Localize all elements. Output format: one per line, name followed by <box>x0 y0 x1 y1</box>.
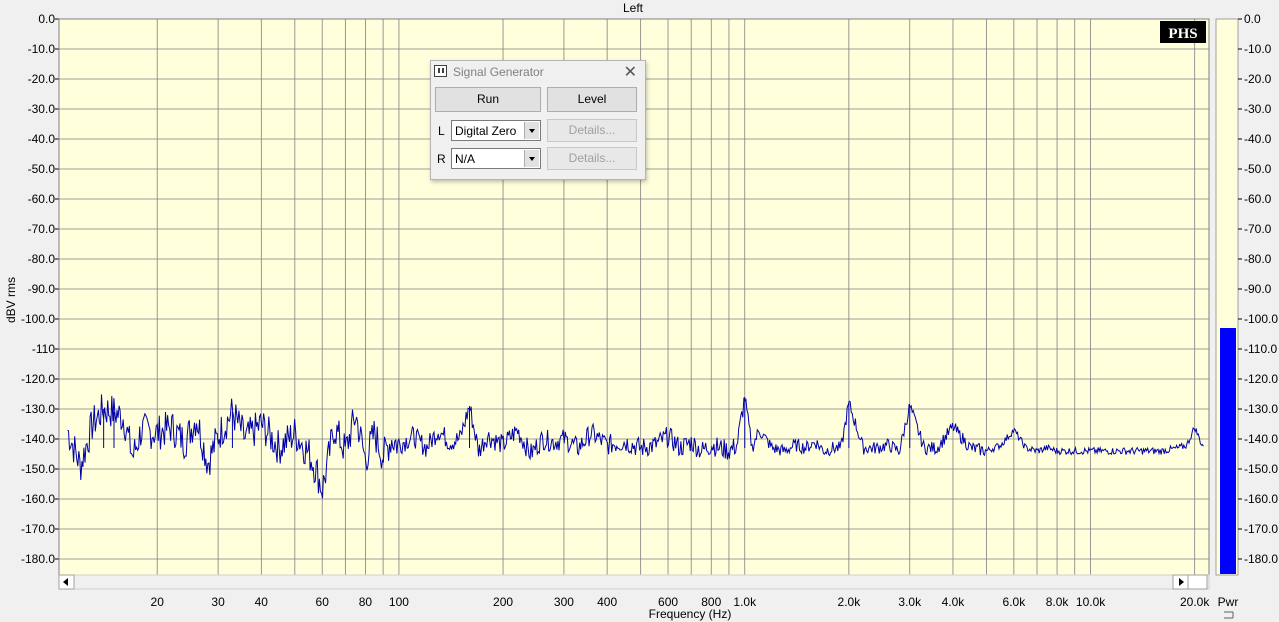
signal-generator-title: Signal Generator <box>453 65 544 79</box>
y-tick-label: -120.0 <box>21 372 55 386</box>
y-tick-label: -60.0 <box>28 192 56 206</box>
x-tick-label: 3.0k <box>898 595 922 609</box>
x-tick-label: 20 <box>151 595 165 609</box>
meter-tick-label: -140.0 <box>1244 432 1278 446</box>
x-tick-label: 60 <box>316 595 330 609</box>
x-tick-label: 80 <box>359 595 373 609</box>
x-tick-label: 2.0k <box>838 595 862 609</box>
meter-tick-label: -70.0 <box>1244 222 1272 236</box>
y-tick-label: -170.0 <box>21 522 55 536</box>
y-tick-labels: 0.0 -10.0 -20.0 -30.0 -40.0 -50.0 -60.0 -70.0 -8… <box>21 12 59 566</box>
y-tick-label: -140.0 <box>21 432 55 446</box>
right-signal-select[interactable]: N/A <box>451 148 541 169</box>
meter-tick-label: -170.0 <box>1244 522 1278 536</box>
resize-grip-icon[interactable] <box>1224 611 1234 619</box>
svg-text:PHS: PHS <box>1168 26 1197 42</box>
meter-tick-label: -120.0 <box>1244 372 1278 386</box>
x-tick-label: 400 <box>597 595 617 609</box>
y-tick-label: -20.0 <box>28 72 56 86</box>
x-tick-label: 1.0k <box>733 595 757 609</box>
x-axis-label: Frequency (Hz) <box>649 607 732 621</box>
run-button[interactable]: Run <box>435 87 541 112</box>
meter-tick-label: -130.0 <box>1244 402 1278 416</box>
right-signal-value: N/A <box>455 152 476 166</box>
y-tick-label: -70.0 <box>28 222 56 236</box>
y-tick-label: -160.0 <box>21 492 55 506</box>
y-tick-label: -50.0 <box>28 162 56 176</box>
x-tick-label: 40 <box>255 595 269 609</box>
meter-tick-label: -10.0 <box>1244 42 1272 56</box>
y-tick-label: -10.0 <box>28 42 56 56</box>
chevron-down-icon[interactable] <box>524 150 539 167</box>
horizontal-scrollbar[interactable] <box>58 574 1210 590</box>
y-tick-label: -40.0 <box>28 132 56 146</box>
y-axis-label: dBV rms <box>4 277 18 323</box>
y-tick-label: -100.0 <box>21 312 55 326</box>
y-tick-label: -30.0 <box>28 102 56 116</box>
left-signal-select[interactable]: Digital Zero <box>451 120 541 141</box>
meter-tick-label: -80.0 <box>1244 252 1272 266</box>
phs-logo: PHS <box>1160 21 1206 43</box>
meter-tick-label: -110.0 <box>1244 342 1277 356</box>
x-tick-label: 6.0k <box>1003 595 1027 609</box>
scroll-thumb[interactable] <box>1187 574 1208 590</box>
x-tick-label: 20.0k <box>1180 595 1210 609</box>
meter-tick-label: -20.0 <box>1244 72 1272 86</box>
x-tick-label: 10.0k <box>1076 595 1106 609</box>
power-meter-label: Pwr <box>1218 595 1239 609</box>
right-details-button[interactable]: Details... <box>547 147 637 170</box>
x-tick-label: 8.0k <box>1046 595 1070 609</box>
y-tick-label: -110 <box>32 342 55 356</box>
left-channel-label: L <box>438 124 445 138</box>
y-tick-label: -90.0 <box>28 282 56 296</box>
power-meter-ticks: 0.0 -10.0 -20.0 -30.0 -40.0 -50.0 -60.0 -70.0 -8… <box>1238 12 1278 566</box>
left-signal-value: Digital Zero <box>455 124 517 138</box>
y-tick-label: -130.0 <box>21 402 55 416</box>
x-tick-label: 100 <box>389 595 409 609</box>
meter-tick-label: -30.0 <box>1244 102 1272 116</box>
power-meter: 0.0 -10.0 -20.0 -30.0 -40.0 -50.0 -60.0 -70.0 -8… <box>1215 12 1278 619</box>
level-button[interactable]: Level <box>547 87 637 112</box>
left-details-button[interactable]: Details... <box>547 119 637 142</box>
y-tick-label: -80.0 <box>28 252 56 266</box>
x-tick-label: 300 <box>554 595 574 609</box>
x-tick-label: 200 <box>493 595 513 609</box>
meter-tick-label: -50.0 <box>1244 162 1272 176</box>
signal-generator-window[interactable]: Signal Generator ✕ Run Level L Digital Z… <box>430 60 646 180</box>
meter-tick-label: 0.0 <box>1244 12 1261 26</box>
meter-tick-label: -60.0 <box>1244 192 1272 206</box>
signal-generator-icon <box>434 65 447 77</box>
meter-tick-label: -40.0 <box>1244 132 1272 146</box>
right-channel-label: R <box>437 152 446 166</box>
graph-title: Left <box>623 1 644 15</box>
y-tick-label: 0.0 <box>38 12 55 26</box>
meter-tick-label: -180.0 <box>1244 552 1278 566</box>
power-meter-bar <box>1220 328 1236 574</box>
signal-generator-titlebar[interactable]: Signal Generator ✕ <box>431 61 645 83</box>
y-tick-label: -180.0 <box>21 552 55 566</box>
close-icon[interactable]: ✕ <box>624 62 637 82</box>
chevron-down-icon[interactable] <box>524 122 539 139</box>
x-tick-label: 30 <box>211 595 225 609</box>
meter-tick-label: -150.0 <box>1244 462 1278 476</box>
y-tick-label: -150.0 <box>21 462 55 476</box>
x-tick-label: 4.0k <box>942 595 966 609</box>
meter-tick-label: -160.0 <box>1244 492 1278 506</box>
meter-tick-label: -90.0 <box>1244 282 1272 296</box>
meter-tick-label: -100.0 <box>1244 312 1278 326</box>
